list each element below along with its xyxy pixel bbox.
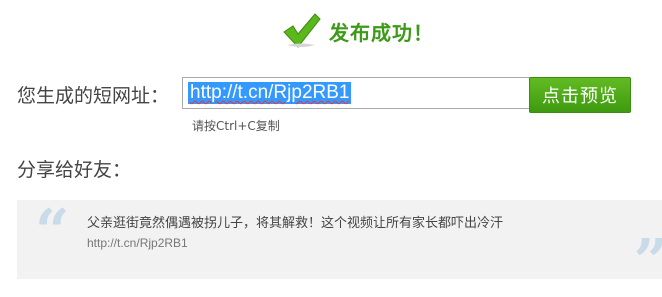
short-url-label: 您生成的短网址：: [17, 85, 170, 107]
short-url-field[interactable]: http://t.cn/Rjp2RB1: [182, 77, 534, 109]
quote-close-icon: ”: [633, 232, 662, 292]
share-label: 分享给好友：: [17, 159, 132, 181]
preview-button[interactable]: 点击预览: [529, 77, 631, 113]
share-preview-box: “ 父亲逛街竟然偶遇被拐儿子，将其解救！这个视频让所有家长都吓出冷汗 http:…: [17, 197, 662, 292]
copy-hint: 请按Ctrl+C复制: [192, 119, 280, 133]
quote-open-icon: “: [35, 197, 70, 267]
short-url-value[interactable]: http://t.cn/Rjp2RB1: [188, 82, 352, 104]
success-message: 发布成功！: [329, 20, 434, 45]
share-link[interactable]: http://t.cn/Rjp2RB1: [87, 236, 188, 250]
check-icon: [281, 12, 321, 50]
success-banner: 发布成功！: [281, 12, 434, 50]
share-title: 父亲逛街竟然偶遇被拐儿子，将其解救！这个视频让所有家长都吓出冷汗: [87, 216, 504, 231]
